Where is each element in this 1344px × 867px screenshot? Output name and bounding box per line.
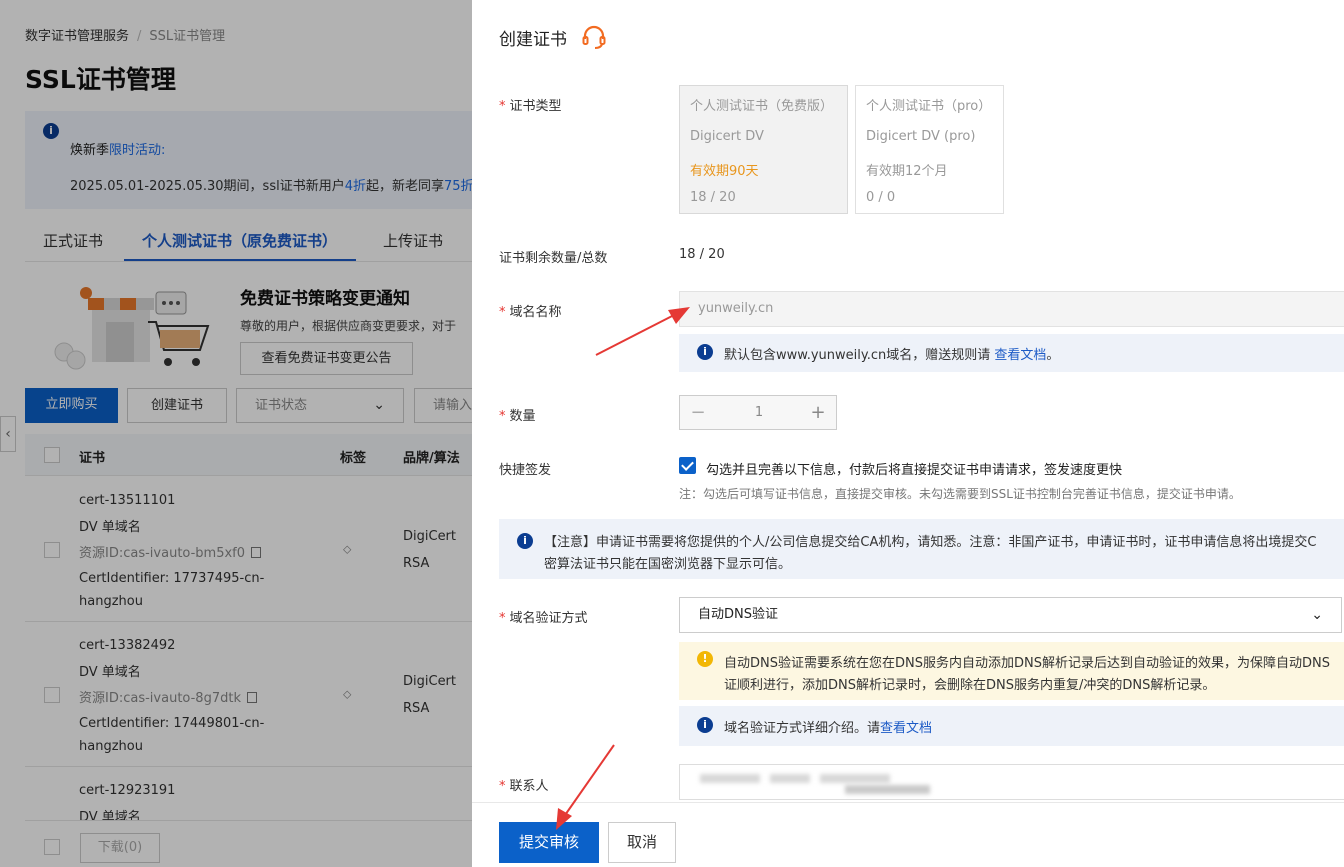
chevron-down-icon: ⌄ [1311, 607, 1323, 623]
contact-label-text: 联系人 [509, 779, 549, 794]
contact-label: * 联系人 [499, 779, 549, 794]
option-count: 18 / 20 [690, 190, 736, 205]
option-validity: 有效期12个月 [866, 164, 948, 179]
modal-overlay[interactable] [0, 0, 472, 867]
verify-label: * 域名验证方式 [499, 611, 588, 626]
drawer-title-text: 创建证书 [499, 30, 567, 50]
option-brand: Digicert DV (pro) [866, 129, 976, 144]
blurred-value [770, 774, 810, 783]
info-icon: i [697, 344, 713, 360]
fast-sign-checkbox[interactable] [679, 457, 696, 474]
dns-warning-line-2: 证顺利进行，添加DNS解析记录时，会删除在DNS服务内重复/冲突的DNS解析记录… [724, 678, 1216, 693]
domain-label: * 域名名称 [499, 305, 562, 320]
blurred-value [820, 774, 890, 783]
remaining-label: 证书剩余数量/总数 [499, 251, 608, 266]
cert-type-label: * 证书类型 [499, 99, 562, 114]
remaining-value: 18 / 20 [679, 247, 725, 262]
quantity-label: * 数量 [499, 409, 536, 424]
cert-type-label-text: 证书类型 [509, 99, 562, 114]
verify-method-select[interactable]: 自动DNS验证 ⌄ [679, 597, 1342, 633]
quantity-value[interactable]: 1 [716, 396, 802, 429]
headset-support-icon[interactable] [581, 24, 607, 50]
verify-method-value: 自动DNS验证 [698, 607, 778, 622]
verify-doc-link[interactable]: 查看文档 [880, 721, 932, 736]
domain-info-text: 默认包含www.yunweily.cn域名，赠送规则请 查看文档。 [724, 344, 1059, 363]
cert-option-pro[interactable]: 个人测试证书（pro） Digicert DV (pro) 有效期12个月 0 … [855, 85, 1004, 214]
contact-input[interactable] [679, 764, 1344, 800]
option-name: 个人测试证书（pro） [866, 99, 992, 114]
plus-icon[interactable]: + [800, 396, 836, 429]
verify-info-body: 域名验证方式详细介绍。请 [724, 721, 881, 736]
option-name: 个人测试证书（免费版） [690, 99, 834, 114]
warning-icon: ! [697, 651, 713, 667]
domain-info-suffix: 。 [1046, 348, 1060, 363]
create-cert-drawer: 创建证书 * 证书类型 个人测试证书（免费版） Digicert DV 有效期90… [472, 0, 1344, 867]
domain-info: i 默认包含www.yunweily.cn域名，赠送规则请 查看文档。 [679, 334, 1344, 372]
ca-notice: i 【注意】申请证书需要将您提供的个人/公司信息提交给CA机构，请知悉。注意：非… [499, 519, 1344, 579]
info-icon: i [517, 533, 533, 549]
option-validity: 有效期90天 [690, 164, 759, 179]
option-brand: Digicert DV [690, 129, 764, 144]
blurred-value [845, 785, 930, 794]
drawer-footer: 提交审核 取消 [472, 802, 1344, 867]
domain-label-text: 域名名称 [509, 305, 562, 320]
info-icon: i [697, 717, 713, 733]
cert-option-free[interactable]: 个人测试证书（免费版） Digicert DV 有效期90天 18 / 20 [679, 85, 848, 214]
option-count: 0 / 0 [866, 190, 896, 205]
blurred-value [700, 774, 760, 783]
fast-sign-note: 注：勾选后可填写证书信息，直接提交审核。未勾选需要到SSL证书控制台完善证书信息… [679, 487, 1241, 501]
domain-input[interactable]: yunweily.cn [679, 291, 1344, 327]
ca-notice-line-2: 密算法证书只能在国密浏览器下显示可信。 [544, 557, 792, 572]
domain-info-body: 默认包含www.yunweily.cn域名，赠送规则请 [724, 348, 995, 363]
fast-sign-text: 勾选并且完善以下信息，付款后将直接提交证书申请请求，签发速度更快 [706, 463, 1123, 478]
cancel-button[interactable]: 取消 [608, 822, 676, 863]
drawer-title: 创建证书 [499, 25, 606, 50]
verify-info: i 域名验证方式详细介绍。请查看文档 [679, 706, 1344, 746]
quantity-label-text: 数量 [509, 409, 536, 424]
dns-warning: ! 自动DNS验证需要系统在您在DNS服务内自动添加DNS解析记录后达到自动验证… [679, 642, 1344, 700]
submit-review-button[interactable]: 提交审核 [499, 822, 599, 863]
domain-doc-link[interactable]: 查看文档 [994, 348, 1046, 363]
verify-label-text: 域名验证方式 [509, 611, 588, 626]
quantity-stepper: − 1 + [679, 395, 837, 430]
ca-notice-line-1: 【注意】申请证书需要将您提供的个人/公司信息提交给CA机构，请知悉。注意：非国产… [544, 535, 1317, 550]
verify-info-text: 域名验证方式详细介绍。请查看文档 [724, 717, 932, 736]
minus-icon[interactable]: − [680, 396, 716, 429]
dns-warning-line-1: 自动DNS验证需要系统在您在DNS服务内自动添加DNS解析记录后达到自动验证的效… [724, 656, 1330, 671]
fast-sign-label: 快捷签发 [499, 463, 552, 478]
